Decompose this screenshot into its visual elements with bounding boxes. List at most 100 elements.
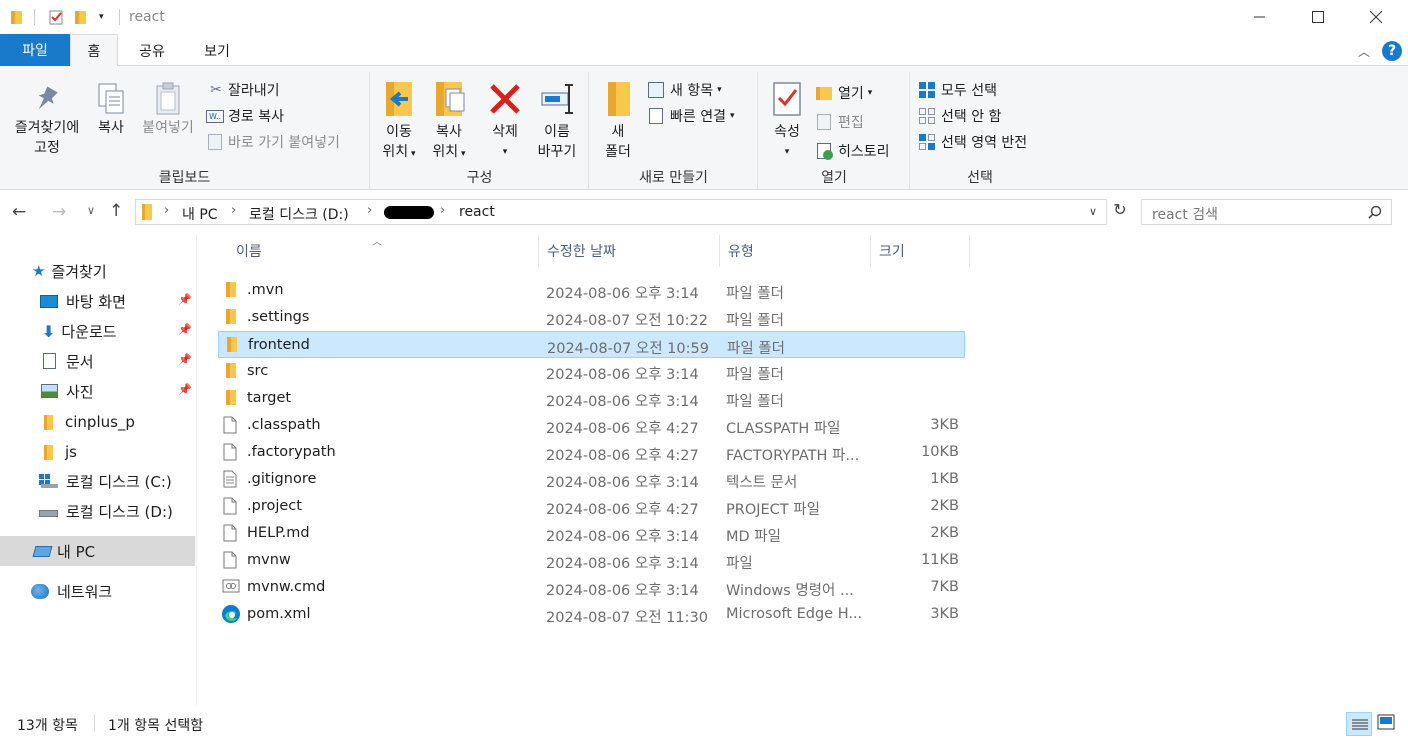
back-arrow-icon[interactable]: ← (12, 202, 26, 222)
column-header-type[interactable]: 유형 (720, 235, 871, 267)
column-header-name[interactable]: 이름 (218, 235, 539, 267)
tab-home[interactable]: 홈 (70, 34, 118, 67)
nav-item-drive-d[interactable]: 로컬 디스크 (D:) (0, 496, 195, 526)
file-row-dot-settings[interactable]: .settings 2024-08-07 오전 10:22 파일 폴더 (218, 304, 965, 331)
breadcrumb-redacted[interactable] (384, 206, 434, 219)
forward-arrow-icon[interactable]: → (52, 202, 66, 222)
tab-share[interactable]: 공유 (126, 34, 178, 67)
delete-x-icon (481, 76, 529, 122)
tab-view[interactable]: 보기 (192, 34, 242, 67)
nav-item-js[interactable]: js (0, 437, 195, 467)
refresh-icon[interactable]: ↻ (1109, 200, 1131, 224)
properties-quick-icon[interactable] (48, 8, 64, 26)
history-button[interactable]: 히스토리 (816, 140, 890, 162)
this-pc-icon (32, 545, 53, 557)
rename-button[interactable]: 이름 바꾸기 (531, 76, 583, 162)
maximize-button[interactable] (1294, 0, 1342, 34)
file-size: 2KB (930, 498, 959, 514)
select-none-button[interactable]: 선택 안 함 (918, 105, 1001, 127)
file-row-dot-project[interactable]: .project 2024-08-06 오후 4:27 PROJECT 파일 2KB (218, 493, 965, 520)
details-view-button[interactable] (1346, 712, 1372, 736)
nav-item-downloads[interactable]: ⬇ 다운로드 📌 (0, 316, 195, 346)
file-row-target[interactable]: target 2024-08-06 오후 3:14 파일 폴더 (218, 385, 965, 412)
delete-button[interactable]: 삭제 ▾ (481, 76, 529, 162)
file-row-pom-xml[interactable]: pom.xml 2024-08-07 오전 11:30 Microsoft Edge… (218, 601, 965, 628)
breadcrumb-react[interactable]: react (459, 204, 495, 220)
new-folder-quick-icon[interactable] (74, 8, 88, 26)
pictures-icon (41, 384, 58, 398)
new-folder-button[interactable]: 새 폴더 (598, 76, 638, 162)
file-row-frontend[interactable]: frontend 2024-08-07 오전 10:59 파일 폴더 (218, 331, 965, 358)
edit-button[interactable]: 편집 (816, 111, 864, 133)
file-type: 파일 (726, 556, 753, 572)
select-none-icon (919, 108, 935, 124)
invert-selection-label: 선택 영역 반전 (941, 135, 1028, 151)
breadcrumb-drive-d[interactable]: 로컬 디스크 (D:) (249, 204, 349, 224)
file-row-dot-mvn[interactable]: .mvn 2024-08-06 오후 3:14 파일 폴더 (218, 277, 965, 304)
minimize-button[interactable] (1236, 0, 1284, 34)
cut-button[interactable]: ✂ 잘라내기 (206, 79, 279, 101)
customize-quick-access-icon[interactable]: ▾ (99, 8, 104, 26)
nav-item-desktop[interactable]: 바탕 화면 📌 (0, 286, 195, 316)
copy-button[interactable]: 복사 (88, 80, 134, 138)
paste-shortcut-icon (208, 134, 222, 150)
address-dropdown-chevron-icon[interactable]: ∨ (1089, 205, 1097, 218)
nav-item-drive-c[interactable]: 로컬 디스크 (C:) (0, 466, 195, 496)
desktop-icon (40, 294, 58, 308)
address-bar[interactable]: › 내 PC › 로컬 디스크 (D:) › › react ∨ (135, 199, 1107, 225)
file-date: 2024-08-06 오후 3:14 (546, 394, 699, 410)
easy-access-button[interactable]: 빠른 연결 ▾ (648, 105, 735, 127)
delete-dropdown-icon[interactable]: ▾ (481, 142, 529, 162)
select-all-button[interactable]: 모두 선택 (918, 79, 997, 101)
copy-path-button[interactable]: W.. 경로 복사 (206, 105, 284, 127)
file-icon (223, 551, 237, 573)
file-row-mvnw-cmd[interactable]: mvnw.cmd 2024-08-06 오후 3:14 Windows 명령어 ..… (218, 574, 965, 601)
up-arrow-icon[interactable]: ↑ (109, 201, 123, 221)
nav-item-cinplus-p[interactable]: cinplus_p (0, 407, 195, 437)
nav-item-documents[interactable]: 문서 📌 (0, 346, 195, 376)
recent-locations-chevron-icon[interactable]: ∨ (87, 204, 95, 217)
collapse-ribbon-icon[interactable]: ︿ (1358, 43, 1370, 60)
file-size: 3KB (930, 606, 959, 622)
search-box[interactable]: react 검색 (1141, 199, 1392, 225)
new-item-button[interactable]: 새 항목 ▾ (648, 79, 722, 101)
column-header-date[interactable]: 수정한 날짜 (539, 235, 720, 267)
file-row-dot-factorypath[interactable]: .factorypath 2024-08-06 오후 4:27 FACTORYPAT… (218, 439, 965, 466)
file-date: 2024-08-06 오후 3:14 (546, 475, 699, 491)
file-name: pom.xml (247, 606, 311, 622)
large-icons-view-button[interactable] (1377, 714, 1397, 732)
open-button[interactable]: 열기 ▾ (816, 82, 872, 104)
close-button[interactable] (1352, 0, 1400, 34)
search-icon[interactable] (1368, 205, 1382, 219)
file-row-dot-classpath[interactable]: .classpath 2024-08-06 오후 4:27 CLASSPATH 파일… (218, 412, 965, 439)
file-size: 1KB (930, 471, 959, 487)
nav-item-pictures[interactable]: 사진 📌 (0, 376, 195, 406)
text-file-icon (223, 470, 237, 492)
new-item-dropdown-icon: ▾ (717, 85, 722, 95)
nav-this-pc[interactable]: 내 PC (0, 536, 195, 566)
breadcrumb-this-pc[interactable]: 내 PC (182, 204, 218, 224)
invert-selection-button[interactable]: 선택 영역 반전 (918, 131, 1027, 153)
nav-network[interactable]: 네트워크 (0, 576, 195, 606)
pin-to-quick-access-button[interactable]: 즐겨찾기에 고정 (6, 80, 88, 158)
pin-icon: 📌 (178, 353, 192, 366)
properties-dropdown-icon[interactable]: ▾ (765, 142, 809, 162)
copy-to-button[interactable]: 복사 위치 ▾ (425, 76, 473, 164)
file-row-help-md[interactable]: HELP.md 2024-08-06 오후 3:14 MD 파일 2KB (218, 520, 965, 547)
select-none-label: 선택 안 함 (941, 109, 1002, 125)
properties-button[interactable]: 속성 ▾ (765, 76, 809, 162)
nav-quick-access[interactable]: ★ 즐겨찾기 (0, 256, 195, 286)
file-row-src[interactable]: src 2024-08-06 오후 3:14 파일 폴더 (218, 358, 965, 385)
column-header-size[interactable]: 크기 (871, 235, 970, 267)
file-name: .project (247, 498, 302, 514)
search-input[interactable]: react 검색 (1152, 204, 1218, 224)
help-icon[interactable]: ? (1382, 41, 1402, 61)
paste-button[interactable]: 붙여넣기 (136, 80, 200, 138)
pin-icon: 📌 (178, 383, 192, 396)
file-row-dot-gitignore[interactable]: .gitignore 2024-08-06 오후 3:14 텍스트 문서 1KB (218, 466, 965, 493)
move-to-button[interactable]: 이동 위치 ▾ (375, 76, 423, 164)
paste-shortcut-button[interactable]: 바로 가기 붙여넣기 (206, 131, 340, 153)
tab-file[interactable]: 파일 (0, 34, 70, 66)
file-row-mvnw[interactable]: mvnw 2024-08-06 오후 3:14 파일 11KB (218, 547, 965, 574)
file-type: 파일 폴더 (726, 367, 784, 383)
